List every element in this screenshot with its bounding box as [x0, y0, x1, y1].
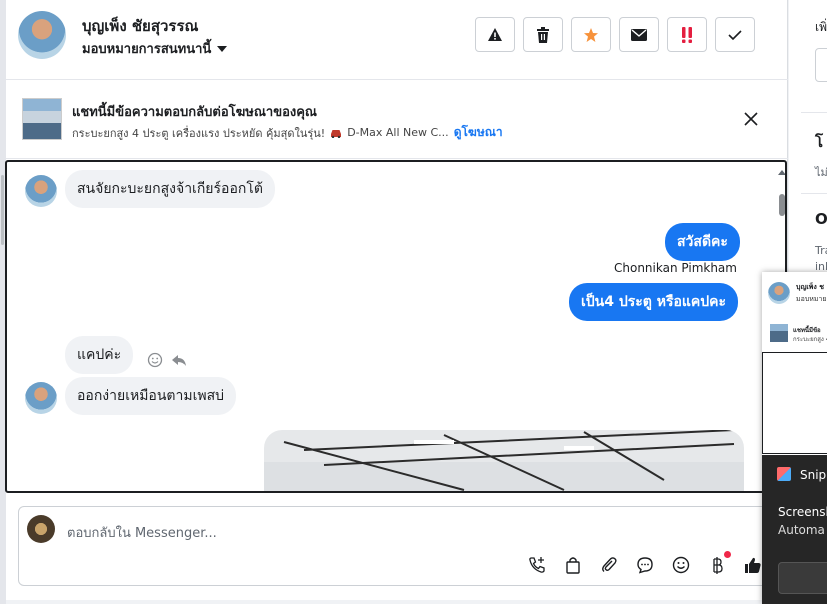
toast-title: Screensh — [778, 505, 827, 519]
saved-reply-icon[interactable] — [633, 553, 657, 577]
left-scroll-thumb[interactable] — [1, 175, 4, 245]
right-panel-text: ไม่ — [815, 166, 827, 179]
popup-ad-subtitle: กระบะยกสูง 4 — [793, 336, 827, 343]
envelope-icon — [631, 28, 647, 41]
view-ad-link[interactable]: ดูโฆษณา — [454, 123, 503, 142]
conversation-panel: บุญเพ็ง ชัยสุวรรณ มอบหมายการสนทนานี้ แชท… — [5, 0, 788, 600]
message-actions — [147, 352, 187, 368]
conversation-header: บุญเพ็ง ชัยสุวรรณ มอบหมายการสนทนานี้ — [6, 0, 788, 80]
ad-reply-banner: แชทนี้มีข้อความตอบกลับต่อโฆษณาของคุณ กระ… — [6, 81, 788, 159]
warning-icon — [488, 27, 502, 41]
snip-app-icon — [777, 467, 791, 481]
reply-composer[interactable]: ตอบกลับใน Messenger... — [18, 506, 778, 586]
baht-payment-icon[interactable] — [705, 551, 731, 577]
call-add-icon[interactable] — [525, 553, 549, 577]
divider — [801, 193, 827, 194]
attachment-icon[interactable] — [597, 553, 621, 577]
emoji-icon[interactable] — [669, 553, 693, 577]
message-thread[interactable]: สนจัยกะบะยกสูงจ้าเกียร์ออกโต้ สวัสดีคะ C… — [5, 160, 787, 493]
toast-subtitle: Automa — [778, 523, 825, 537]
double-exclamation-icon — [682, 26, 692, 43]
mark-unread-button[interactable] — [619, 17, 659, 52]
right-panel-text: Tra — [815, 244, 827, 257]
incoming-message[interactable]: ออกง่ายเหมือนตามเพสบ่ — [65, 377, 237, 415]
ceiling-photo-lines — [283, 430, 735, 491]
messenger-inbox: บุญเพ็ง ชัยสุวรรณ มอบหมายการสนทนานี้ แชท… — [0, 0, 827, 604]
composer-toolbar — [525, 551, 765, 577]
sender-name: Chonnikan Pimkham — [614, 261, 737, 275]
popup-subtitle: มอบหมายก — [796, 295, 827, 303]
outgoing-message[interactable]: เป็น4 ประตู หรือแคปคะ — [569, 283, 739, 321]
incoming-message[interactable]: แคปค่ะ — [65, 336, 134, 374]
delete-button[interactable] — [523, 17, 563, 52]
right-panel-input[interactable] — [815, 48, 827, 82]
toast-app-name: Snip — [800, 468, 827, 482]
page-avatar — [27, 515, 55, 543]
popup-avatar — [768, 282, 790, 304]
contact-avatar[interactable] — [18, 11, 66, 59]
car-icon — [331, 129, 342, 138]
image-attachment[interactable] — [264, 430, 744, 491]
emoji-react-icon[interactable] — [147, 352, 163, 368]
ad-banner-title: แชทนี้มีข้อความตอบกลับต่อโฆษณาของคุณ — [72, 105, 317, 120]
star-icon — [584, 27, 598, 42]
popup-thread-preview — [762, 352, 827, 454]
report-spam-button[interactable] — [475, 17, 515, 52]
trash-icon — [537, 26, 549, 43]
reply-icon[interactable] — [171, 352, 187, 368]
scroll-thumb[interactable] — [779, 194, 785, 216]
star-button[interactable] — [571, 17, 611, 52]
ad-name: D-Max All New C... — [347, 126, 449, 139]
contact-avatar-small[interactable] — [25, 175, 57, 207]
assign-label: มอบหมายการสนทนานี้ — [82, 42, 212, 57]
ad-description: กระบะยกสูง 4 ประตู เครื่องแรง ประหยัด คุ… — [72, 126, 326, 140]
divider — [801, 112, 827, 113]
right-panel-text: เพิ่ — [815, 20, 827, 34]
mark-done-button[interactable] — [715, 17, 755, 52]
contact-name[interactable]: บุญเพ็ง ชัยสุวรรณ — [82, 14, 198, 38]
popup-ad-thumbnail — [770, 324, 788, 342]
scroll-up-icon[interactable] — [777, 168, 787, 176]
popup-name: บุญเพ็ง ช — [796, 283, 825, 291]
close-icon[interactable] — [743, 111, 759, 127]
ad-banner-subtitle: กระบะยกสูง 4 ประตู เครื่องแรง ประหยัด คุ… — [72, 123, 503, 142]
contact-avatar-small[interactable] — [25, 382, 57, 414]
reply-input[interactable]: ตอบกลับใน Messenger... — [67, 522, 217, 543]
snip-notification-toast[interactable]: Snip Screensh Automa — [762, 455, 827, 604]
follow-up-button[interactable] — [667, 17, 707, 52]
incoming-message[interactable]: สนจัยกะบะยกสูงจ้าเกียร์ออกโต้ — [65, 170, 275, 208]
toast-action-button[interactable] — [778, 562, 827, 594]
shopping-bag-icon[interactable] — [561, 553, 585, 577]
header-toolbar — [475, 17, 755, 52]
assign-conversation-dropdown[interactable]: มอบหมายการสนทนานี้ — [82, 38, 228, 59]
right-panel-heading: โ — [815, 133, 824, 151]
right-panel-heading: O — [815, 210, 827, 228]
outgoing-message[interactable]: สวัสดีคะ — [665, 223, 740, 261]
ad-thumbnail[interactable] — [22, 98, 62, 140]
notification-dot — [724, 551, 731, 558]
caret-down-icon — [217, 45, 228, 52]
check-icon — [728, 29, 742, 40]
